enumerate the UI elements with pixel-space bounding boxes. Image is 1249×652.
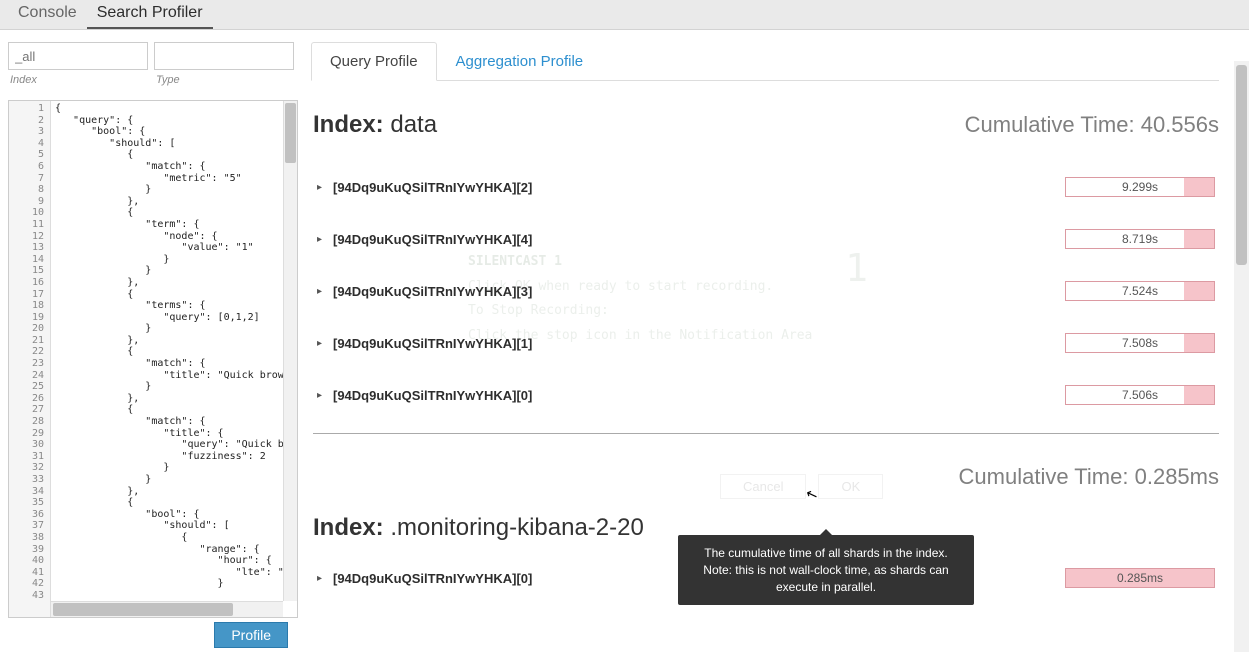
editor-code[interactable]: { "query": { "bool": { "should": [ { "ma… xyxy=(51,101,297,617)
shard-row[interactable]: ▸[94Dq9uKuQSilTRnIYwYHKA][3] 7.524s xyxy=(313,265,1219,317)
time-bar: 0.285ms xyxy=(1065,568,1215,588)
tab-console[interactable]: Console xyxy=(8,0,87,29)
index-input-label: Index xyxy=(8,74,148,86)
editor-vertical-scrollbar[interactable] xyxy=(283,101,297,601)
left-panel: Index Type 1 2 3 4 5 6 7 8 9 10 11 12 13… xyxy=(0,30,303,652)
time-bar: 8.719s xyxy=(1065,229,1215,249)
tooltip-cumulative-time: The cumulative time of all shards in the… xyxy=(678,535,974,605)
chevron-right-icon: ▸ xyxy=(317,390,327,401)
index-block-data: Index: data Cumulative Time: 40.556s ▸[9… xyxy=(313,111,1219,434)
shard-row[interactable]: ▸[94Dq9uKuQSilTRnIYwYHKA][0] 7.506s xyxy=(313,369,1219,421)
editor-gutter: 1 2 3 4 5 6 7 8 9 10 11 12 13 14 15 16 1… xyxy=(9,101,51,617)
chevron-right-icon: ▸ xyxy=(317,573,327,584)
topbar: Console Search Profiler xyxy=(0,0,1249,30)
chevron-right-icon: ▸ xyxy=(317,234,327,245)
profile-button[interactable]: Profile xyxy=(214,622,288,648)
shard-row[interactable]: ▸[94Dq9uKuQSilTRnIYwYHKA][2] 9.299s xyxy=(313,161,1219,213)
divider xyxy=(313,433,1219,434)
cumulative-time: Cumulative Time: 40.556s xyxy=(965,112,1219,138)
time-bar: 7.508s xyxy=(1065,333,1215,353)
time-bar: 9.299s xyxy=(1065,177,1215,197)
index-input[interactable] xyxy=(8,42,148,70)
type-input[interactable] xyxy=(154,42,294,70)
time-bar: 7.506s xyxy=(1065,385,1215,405)
shard-row[interactable]: ▸[94Dq9uKuQSilTRnIYwYHKA][4] 8.719s xyxy=(313,213,1219,265)
time-bar: 7.524s xyxy=(1065,281,1215,301)
type-input-label: Type xyxy=(154,74,294,86)
query-editor[interactable]: 1 2 3 4 5 6 7 8 9 10 11 12 13 14 15 16 1… xyxy=(8,100,298,618)
tab-search-profiler[interactable]: Search Profiler xyxy=(87,0,213,29)
index-title: Index: data xyxy=(313,111,437,139)
cumulative-time: Cumulative Time: 0.285ms xyxy=(959,464,1219,490)
tab-query-profile[interactable]: Query Profile xyxy=(311,42,437,81)
editor-horizontal-scrollbar[interactable] xyxy=(51,601,283,617)
chevron-right-icon: ▸ xyxy=(317,182,327,193)
tab-aggregation-profile[interactable]: Aggregation Profile xyxy=(437,42,603,81)
chevron-right-icon: ▸ xyxy=(317,338,327,349)
page-vertical-scrollbar[interactable] xyxy=(1234,61,1249,652)
chevron-right-icon: ▸ xyxy=(317,286,327,297)
shard-row[interactable]: ▸[94Dq9uKuQSilTRnIYwYHKA][1] 7.508s xyxy=(313,317,1219,369)
